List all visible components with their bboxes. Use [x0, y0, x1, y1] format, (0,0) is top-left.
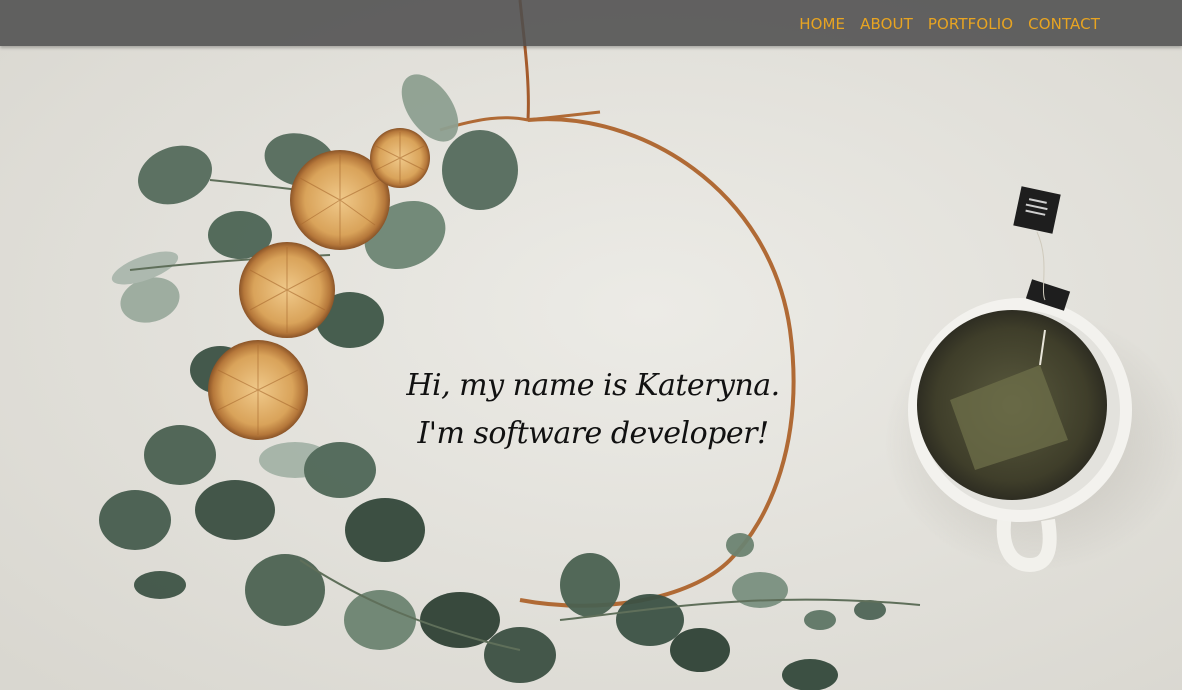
- nav-link-portfolio[interactable]: PORTFOLIO: [928, 15, 1013, 33]
- hero-background-image: [0, 0, 1182, 690]
- nav-link-about[interactable]: ABOUT: [860, 15, 913, 33]
- hero-greeting-line-1: Hi, my name is Kateryna.: [406, 368, 780, 403]
- hero-greeting-line-2: I'm software developer!: [417, 416, 769, 451]
- hero-greeting: Hi, my name is Kateryna. I'm software de…: [393, 362, 793, 458]
- nav-link-home[interactable]: HOME: [799, 15, 845, 33]
- nav-item-about: ABOUT: [860, 14, 913, 33]
- nav-item-contact: CONTACT: [1028, 14, 1100, 33]
- nav-item-portfolio: PORTFOLIO: [928, 14, 1013, 33]
- nav-item-home: HOME: [799, 14, 845, 33]
- top-navbar: HOME ABOUT PORTFOLIO CONTACT: [0, 0, 1182, 46]
- page: HOME ABOUT PORTFOLIO CONTACT Hi, my name…: [0, 0, 1182, 690]
- nav-menu: HOME ABOUT PORTFOLIO CONTACT: [799, 0, 1100, 46]
- nav-link-contact[interactable]: CONTACT: [1028, 15, 1100, 33]
